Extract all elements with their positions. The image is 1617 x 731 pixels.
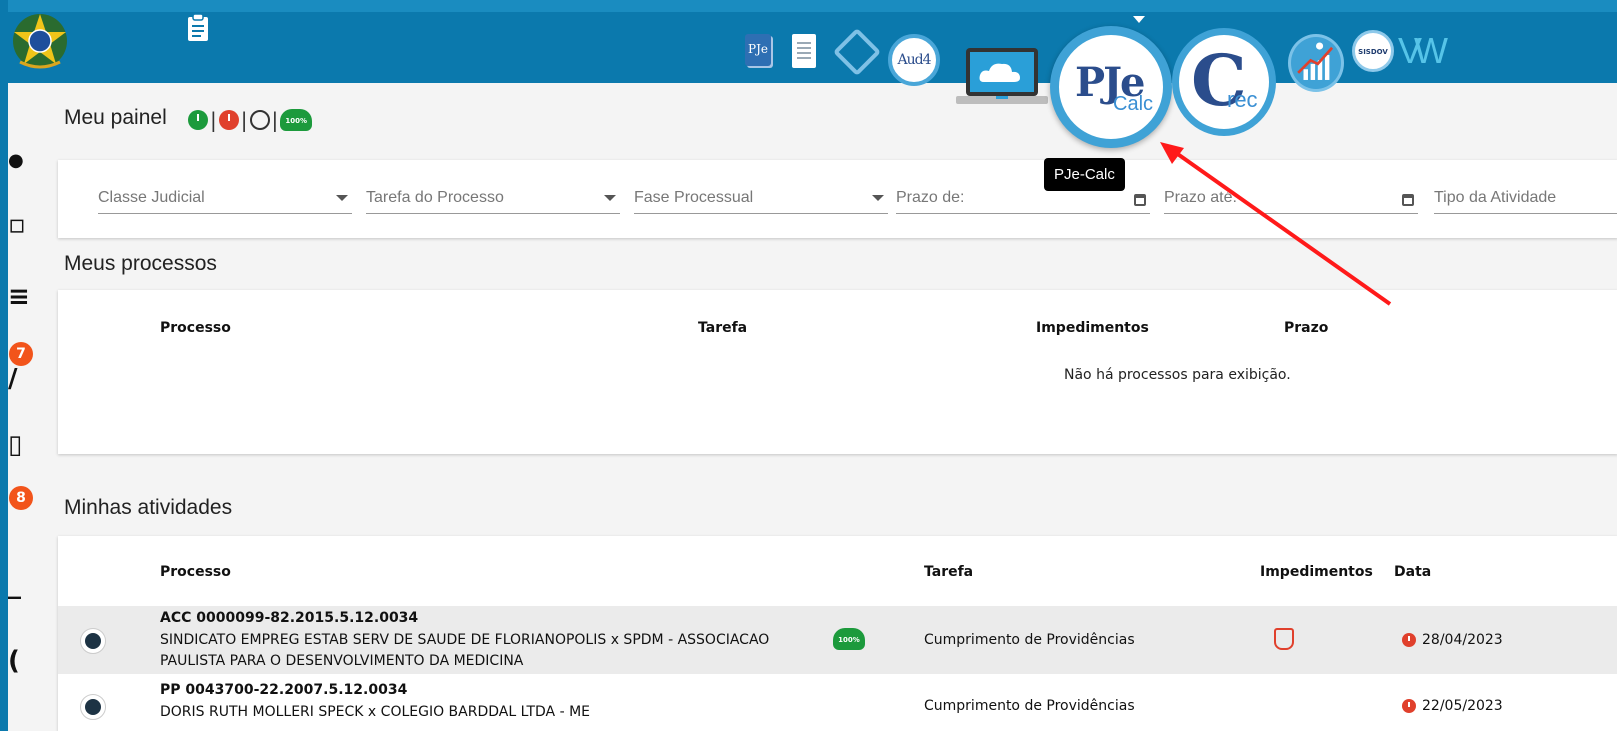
tipo-atividade-placeholder: Tipo da Atividade <box>1434 189 1557 206</box>
col-processo[interactable]: Processo <box>160 564 231 580</box>
sidebar-item-7-icon[interactable]: ( <box>8 646 20 676</box>
chevron-down-icon <box>872 195 884 201</box>
cloud-100-icon: 100% <box>833 628 865 650</box>
pje-icon[interactable]: PJe <box>745 34 771 66</box>
processo-numero[interactable]: ACC 0000099-82.2015.5.12.0034 <box>160 610 418 626</box>
chevron-down-icon[interactable] <box>1133 16 1145 23</box>
clipboard-icon[interactable] <box>186 14 210 42</box>
sidebar-badge-7: 7 <box>9 342 33 366</box>
tarefa-processo-placeholder: Tarefa do Processo <box>366 189 504 206</box>
pjecalc-icon[interactable]: PJe Calc <box>1050 26 1172 148</box>
clock-red-icon[interactable] <box>218 110 239 130</box>
cloud-laptop-icon[interactable] <box>956 48 1048 110</box>
sidebar-item-2-icon[interactable]: ▫ <box>8 210 26 240</box>
col-processo[interactable]: Processo <box>160 320 231 336</box>
cprec-sublabel: rec <box>1227 87 1258 112</box>
sidebar-item-5-icon[interactable]: ▯ <box>8 430 22 460</box>
data-value: 22/05/2023 <box>1402 698 1503 714</box>
calendar-icon[interactable] <box>1402 194 1414 206</box>
data-text: 22/05/2023 <box>1422 698 1503 714</box>
col-prazo[interactable]: Prazo <box>1284 320 1328 336</box>
minhas-atividades-table: Processo Tarefa Impedimentos Data ACC 00… <box>58 536 1617 731</box>
annotation-arrow <box>1160 142 1392 306</box>
separator: | <box>240 108 248 132</box>
tarefa-label[interactable]: Cumprimento de Providências <box>924 632 1135 648</box>
chevron-down-icon <box>604 195 616 201</box>
chevron-down-icon <box>336 195 348 201</box>
cloud-100-icon[interactable]: 100% <box>280 109 313 131</box>
sisdov-icon[interactable]: SISDOV <box>1352 30 1394 72</box>
circle-empty-icon[interactable] <box>249 110 270 130</box>
table-row[interactable]: ACC 0000099-82.2015.5.12.0034 SINDICATO … <box>58 606 1617 674</box>
sidebar-badge-8: 8 <box>9 486 33 510</box>
sidebar-item-1-icon[interactable]: ● <box>8 150 24 171</box>
meus-processos-title: Meus processos <box>64 252 217 275</box>
left-edge-bar <box>0 0 8 731</box>
cprec-icon[interactable]: C rec <box>1172 28 1276 136</box>
avatar-icon[interactable] <box>80 628 106 654</box>
page-title: Meu painel <box>64 106 167 129</box>
sidebar-item-3-icon[interactable]: ≡ <box>8 282 30 312</box>
clock-red-icon <box>1402 699 1416 713</box>
sidebar-item-4-icon[interactable]: / <box>8 364 18 394</box>
vw-icon[interactable]: VW <box>1398 30 1448 72</box>
thumbs-down-icon[interactable] <box>1274 628 1294 650</box>
col-tarefa[interactable]: Tarefa <box>698 320 747 336</box>
classe-judicial-placeholder: Classe Judicial <box>98 189 205 206</box>
clock-red-icon <box>1402 633 1416 647</box>
processo-partes: DORIS RUTH MOLLERI SPECK x COLEGIO BARDD… <box>160 704 591 720</box>
data-text: 28/04/2023 <box>1422 632 1503 648</box>
empty-message: Não há processos para exibição. <box>1064 367 1291 383</box>
separator: | <box>271 108 279 132</box>
aud4-icon[interactable]: Aud4 <box>888 34 940 86</box>
classe-judicial-select[interactable]: Classe Judicial <box>98 182 352 214</box>
avatar-icon[interactable] <box>80 694 106 720</box>
document-icon[interactable] <box>792 34 816 68</box>
minhas-atividades-title: Minhas atividades <box>64 496 233 519</box>
calendar-icon[interactable] <box>1134 194 1146 206</box>
table-row[interactable]: PP 0043700-22.2007.5.12.0034 DORIS RUTH … <box>58 674 1617 731</box>
col-impedimentos[interactable]: Impedimentos <box>1260 564 1373 580</box>
tarefa-processo-select[interactable]: Tarefa do Processo <box>366 182 620 214</box>
separator: | <box>210 108 217 132</box>
tipo-atividade-select[interactable]: Tipo da Atividade <box>1434 182 1617 214</box>
fase-processual-placeholder: Fase Processual <box>634 189 754 206</box>
pjecalc-tooltip: PJe-Calc <box>1044 158 1125 191</box>
col-data[interactable]: Data <box>1394 564 1431 580</box>
col-tarefa[interactable]: Tarefa <box>924 564 973 580</box>
status-filter-icons: | | | 100% <box>188 108 313 132</box>
pjecalc-sublabel: Calc <box>1113 93 1154 115</box>
tarefa-label[interactable]: Cumprimento de Providências <box>924 698 1135 714</box>
processo-numero[interactable]: PP 0043700-22.2007.5.12.0034 <box>160 682 407 698</box>
clock-green-icon[interactable] <box>188 110 208 130</box>
data-value: 28/04/2023 <box>1402 632 1503 648</box>
col-impedimentos[interactable]: Impedimentos <box>1036 320 1149 336</box>
sidebar-item-6-icon[interactable]: _ <box>8 570 21 600</box>
processo-partes: SINDICATO EMPREG ESTAB SERV DE SAUDE DE … <box>160 632 770 669</box>
prazo-de-placeholder: Prazo de: <box>896 189 965 206</box>
fase-processual-select[interactable]: Fase Processual <box>634 182 888 214</box>
brasao-emblem-icon[interactable] <box>10 10 70 72</box>
runner-chart-icon[interactable] <box>1288 34 1344 92</box>
